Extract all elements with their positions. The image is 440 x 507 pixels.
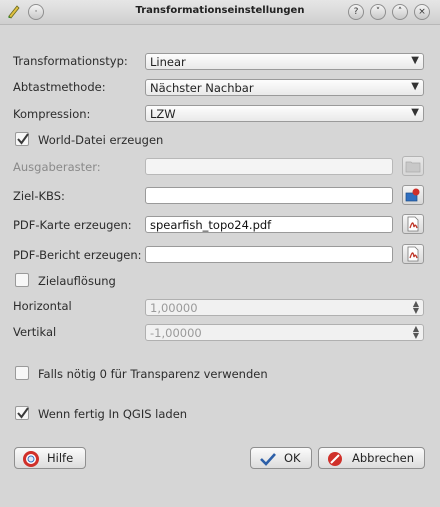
vertical-spinbox[interactable]: -1,00000 ▲ ▼ bbox=[145, 324, 424, 341]
cancel-button[interactable]: Abbrechen bbox=[318, 447, 425, 469]
sampling-method-label: Abtastmethode: bbox=[13, 80, 106, 94]
maximize-button[interactable]: ˄ bbox=[392, 4, 408, 20]
spin-arrows-icon: ▲ ▼ bbox=[412, 299, 419, 315]
transformation-settings-dialog: · Transformationseinstellungen ? ˅ ˄ × T… bbox=[0, 0, 440, 507]
output-raster-field[interactable] bbox=[145, 158, 393, 175]
target-resolution-label: Zielauflösung bbox=[38, 274, 116, 288]
chevron-down-icon: ▼ bbox=[411, 107, 419, 118]
sampling-method-select[interactable]: Nächster Nachbar ▼ bbox=[145, 79, 424, 96]
sampling-method-value: Nächster Nachbar bbox=[150, 81, 254, 95]
load-in-qgis-checkbox[interactable] bbox=[15, 406, 29, 420]
target-crs-label: Ziel-KBS: bbox=[13, 189, 65, 203]
vertical-label: Vertikal bbox=[13, 325, 57, 339]
world-file-checkbox[interactable] bbox=[15, 132, 29, 146]
pdf-file-icon bbox=[407, 246, 419, 262]
help-button-label: Hilfe bbox=[47, 451, 74, 465]
horizontal-value: 1,00000 bbox=[150, 301, 198, 315]
title-bar: · Transformationseinstellungen ? ˅ ˄ × bbox=[0, 0, 440, 25]
pdf-file-icon bbox=[407, 216, 419, 232]
world-file-label: World-Datei erzeugen bbox=[38, 133, 164, 147]
close-button[interactable]: × bbox=[414, 4, 430, 20]
check-icon bbox=[260, 453, 276, 466]
horizontal-spinbox[interactable]: 1,00000 ▲ ▼ bbox=[145, 299, 424, 316]
load-in-qgis-label: Wenn fertig In QGIS laden bbox=[38, 407, 188, 421]
chevron-down-icon: ▼ bbox=[411, 55, 419, 66]
minimize-button[interactable]: ˅ bbox=[370, 4, 386, 20]
transparency-label: Falls nötig 0 für Transparenz verwenden bbox=[38, 367, 268, 381]
transparency-checkbox[interactable] bbox=[15, 366, 29, 380]
spin-arrows-icon: ▲ ▼ bbox=[412, 324, 419, 340]
help-lifebuoy-icon bbox=[23, 451, 39, 467]
checkmark-icon bbox=[17, 133, 29, 145]
target-crs-select-button[interactable] bbox=[402, 185, 424, 205]
compression-select[interactable]: LZW ▼ bbox=[145, 105, 424, 122]
crs-projection-icon bbox=[405, 188, 420, 202]
transformation-type-select[interactable]: Linear ▼ bbox=[145, 53, 424, 70]
pdf-report-field[interactable] bbox=[145, 246, 393, 263]
transformation-type-value: Linear bbox=[150, 55, 186, 69]
help-title-button[interactable]: ? bbox=[348, 4, 364, 20]
chevron-down-icon: ▼ bbox=[411, 81, 419, 92]
compression-label: Kompression: bbox=[13, 107, 91, 121]
pdf-map-label: PDF-Karte erzeugen: bbox=[13, 218, 132, 232]
pdf-map-field[interactable]: spearfish_topo24.pdf bbox=[145, 216, 393, 233]
ok-button-label: OK bbox=[284, 451, 301, 465]
pdf-report-label: PDF-Bericht erzeugen: bbox=[13, 248, 142, 262]
vertical-value: -1,00000 bbox=[150, 326, 202, 340]
compression-value: LZW bbox=[150, 107, 176, 121]
pdf-map-browse-button[interactable] bbox=[402, 214, 424, 234]
cancel-button-label: Abbrechen bbox=[352, 451, 414, 465]
transformation-type-label: Transformationstyp: bbox=[13, 54, 128, 68]
folder-icon bbox=[405, 161, 421, 173]
output-raster-browse-button[interactable] bbox=[402, 156, 424, 176]
help-button[interactable]: Hilfe bbox=[14, 447, 86, 469]
checkmark-icon bbox=[17, 407, 29, 419]
horizontal-label: Horizontal bbox=[13, 299, 72, 313]
ok-button[interactable]: OK bbox=[250, 447, 312, 469]
pdf-report-browse-button[interactable] bbox=[402, 244, 424, 264]
target-resolution-checkbox[interactable] bbox=[15, 273, 29, 287]
target-crs-field[interactable] bbox=[145, 187, 393, 204]
cancel-icon bbox=[328, 452, 342, 466]
output-raster-label: Ausgaberaster: bbox=[13, 160, 101, 174]
